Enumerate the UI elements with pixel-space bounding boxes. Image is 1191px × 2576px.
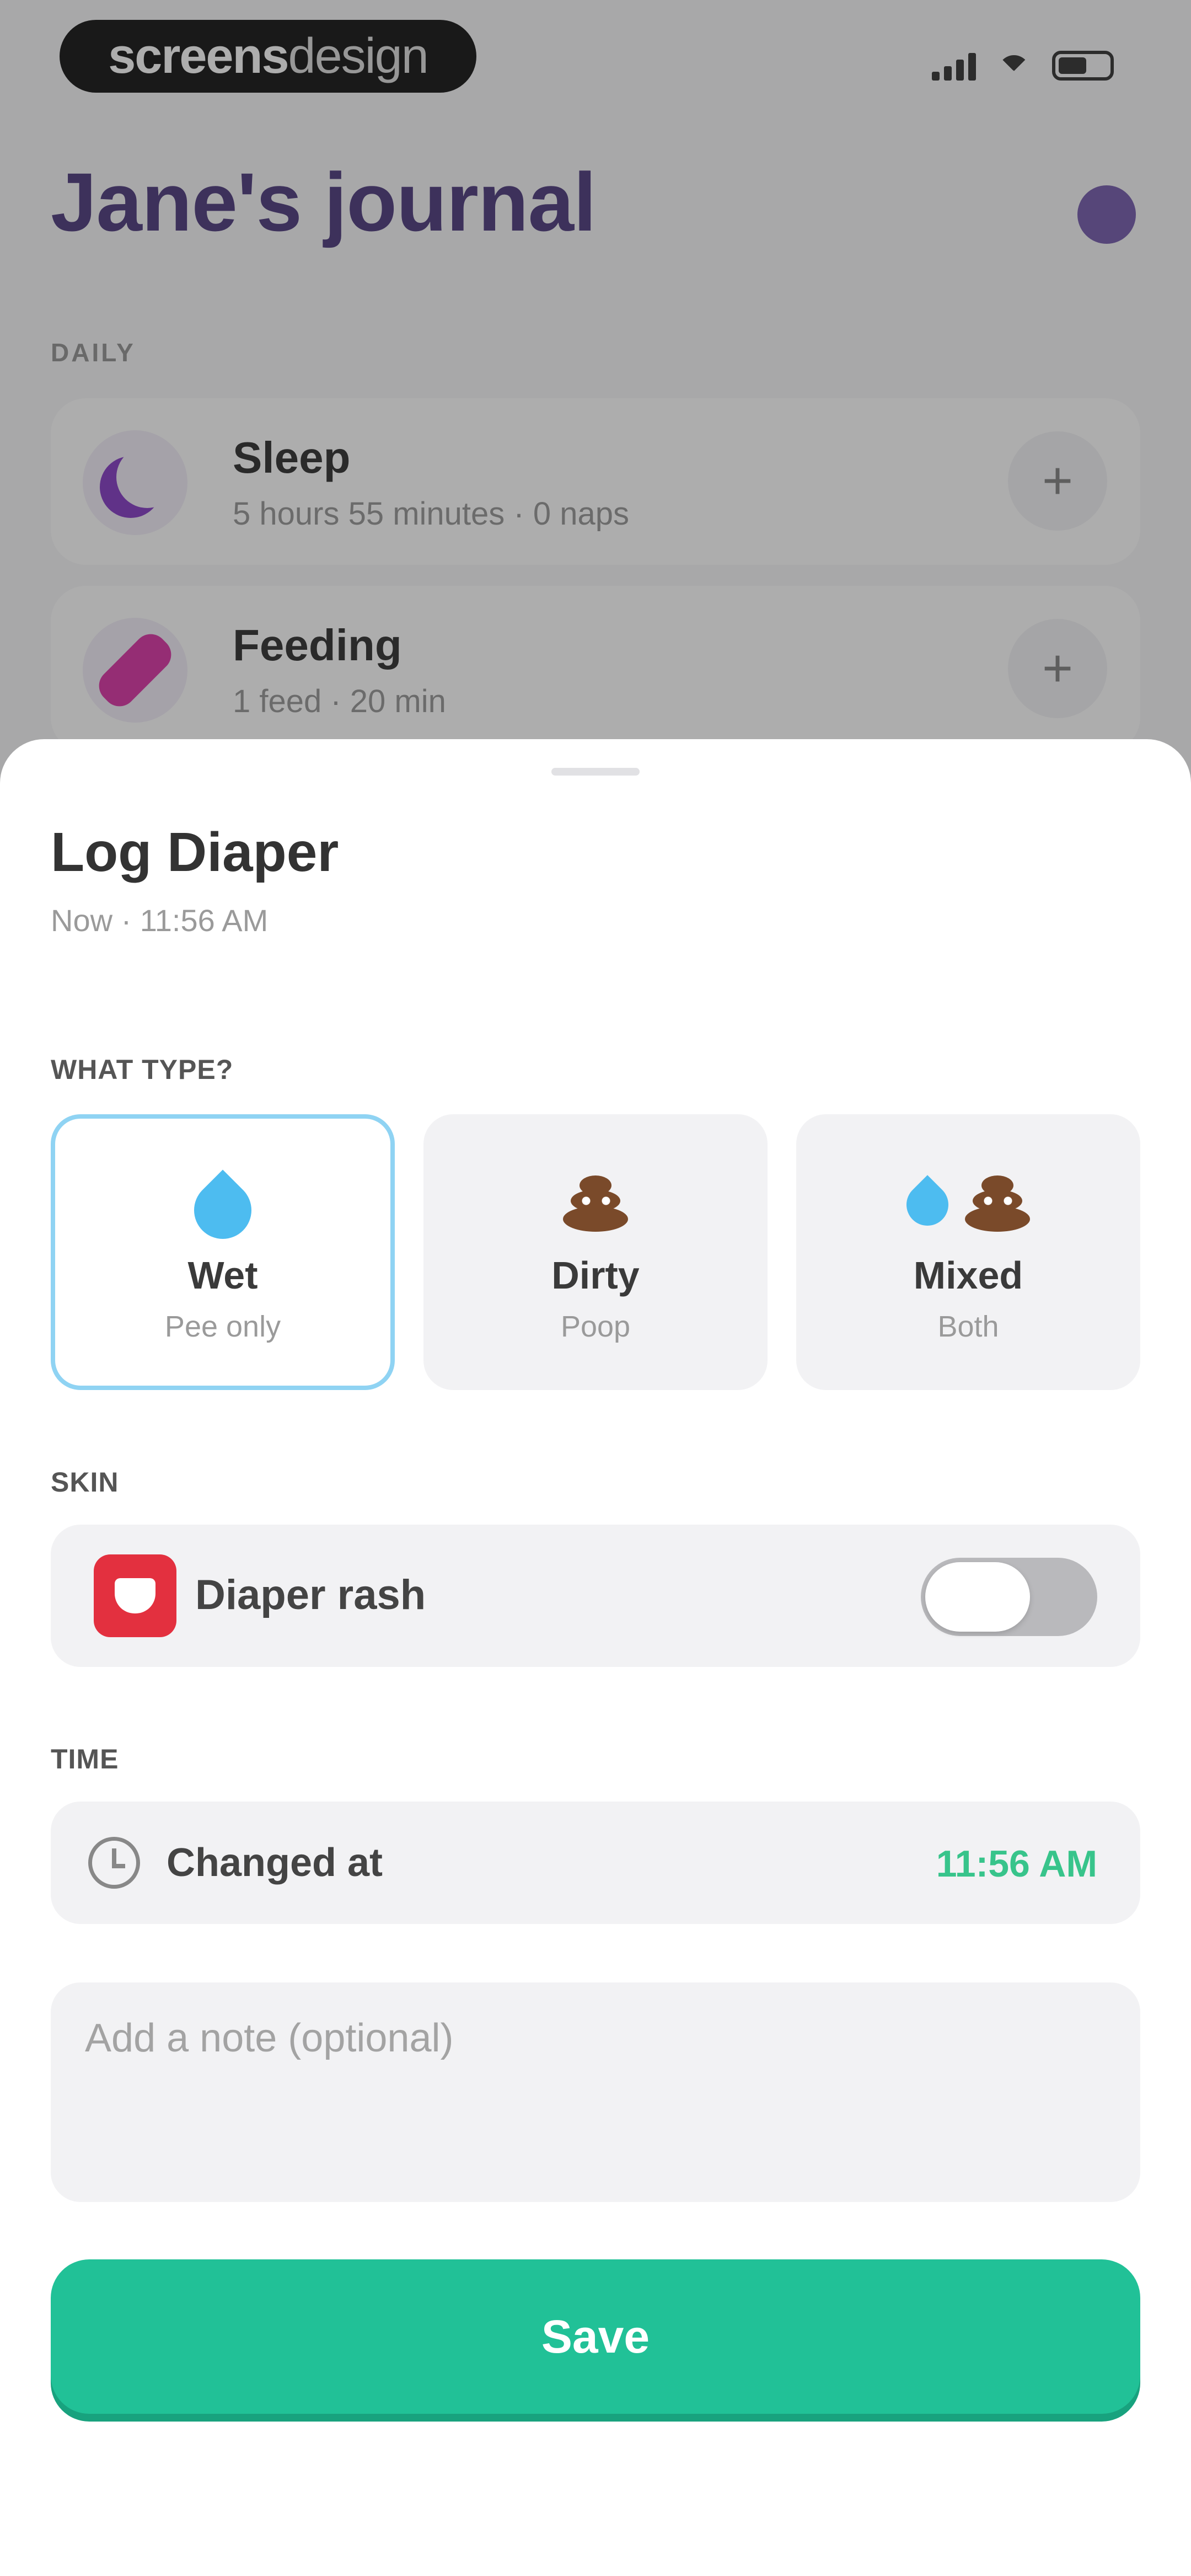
type-mixed-label: Mixed bbox=[913, 1254, 1023, 1297]
type-dirty-desc: Poop bbox=[560, 1310, 631, 1343]
save-button[interactable]: Save bbox=[51, 2259, 1140, 2414]
type-wet-label: Wet bbox=[187, 1254, 258, 1297]
sheet-subtitle: Now · 11:56 AM bbox=[51, 903, 269, 938]
sheet-grabber[interactable] bbox=[551, 768, 640, 776]
note-input[interactable] bbox=[51, 1982, 1140, 2202]
skin-section-label: SKIN bbox=[51, 1467, 119, 1498]
log-diaper-sheet: Log Diaper Now · 11:56 AM WHAT TYPE? Wet… bbox=[0, 739, 1191, 2576]
type-wet-option[interactable]: Wet Pee only bbox=[51, 1114, 395, 1390]
changed-at-label: Changed at bbox=[167, 1841, 383, 1885]
changed-at-row[interactable]: Changed at 11:56 AM bbox=[51, 1802, 1140, 1924]
toggle-knob bbox=[925, 1562, 1030, 1632]
clock-icon bbox=[88, 1837, 140, 1889]
time-section-label: TIME bbox=[51, 1744, 119, 1775]
type-mixed-option[interactable]: Mixed Both bbox=[796, 1114, 1140, 1390]
diaper-rash-toggle[interactable] bbox=[921, 1558, 1097, 1636]
screen: screens design Jane's journal DAILY Sleep… bbox=[0, 0, 1191, 2576]
type-section-label: WHAT TYPE? bbox=[51, 1054, 234, 1085]
diaper-rash-row: Diaper rash bbox=[51, 1525, 1140, 1667]
droplet-icon bbox=[182, 1161, 264, 1251]
changed-at-value[interactable]: 11:56 AM bbox=[936, 1842, 1097, 1885]
type-wet-desc: Pee only bbox=[164, 1310, 281, 1343]
poop-icon bbox=[563, 1161, 628, 1243]
sheet-title: Log Diaper bbox=[51, 821, 339, 883]
diaper-rash-label: Diaper rash bbox=[195, 1572, 426, 1618]
droplet-and-poop-icon bbox=[898, 1161, 1030, 1243]
type-mixed-desc: Both bbox=[937, 1310, 999, 1343]
type-dirty-option[interactable]: Dirty Poop bbox=[423, 1114, 768, 1390]
type-dirty-label: Dirty bbox=[551, 1254, 640, 1297]
diaper-icon bbox=[94, 1554, 176, 1637]
